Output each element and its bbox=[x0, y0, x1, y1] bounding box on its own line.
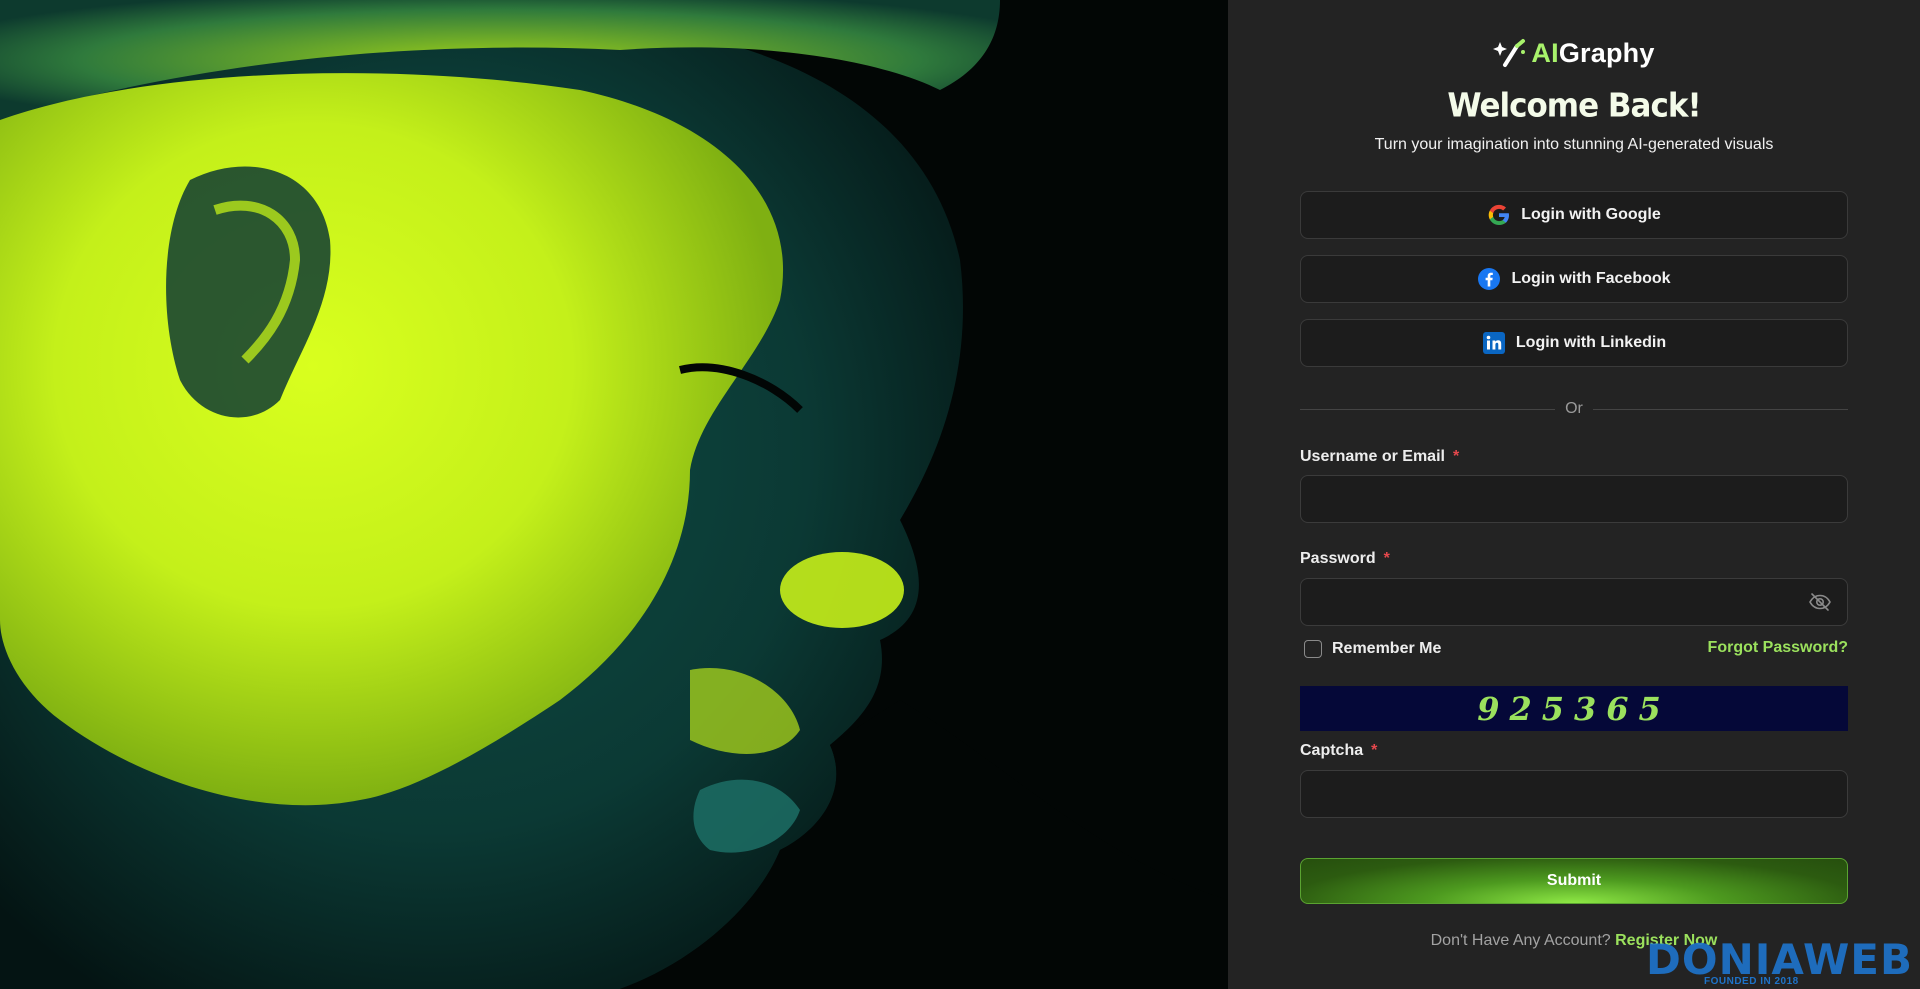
linkedin-login-button[interactable]: Login with Linkedin bbox=[1300, 319, 1848, 367]
captcha-input[interactable] bbox=[1300, 770, 1848, 818]
google-login-label: Login with Google bbox=[1521, 206, 1661, 223]
submit-button[interactable]: Submit bbox=[1300, 858, 1848, 904]
register-prompt-text: Don't Have Any Account? bbox=[1430, 932, 1611, 949]
google-login-button[interactable]: Login with Google bbox=[1300, 191, 1848, 239]
divider-line-right bbox=[1592, 408, 1848, 410]
remember-me-label: Remember Me bbox=[1332, 640, 1442, 657]
watermark: DONIAWEB FOUNDED IN 2018 bbox=[1646, 938, 1916, 988]
submit-label: Submit bbox=[1546, 872, 1602, 889]
linkedin-login-label: Login with Linkedin bbox=[1515, 334, 1667, 351]
facebook-login-label: Login with Facebook bbox=[1511, 270, 1671, 287]
username-label: Username or Email * bbox=[1300, 448, 1460, 465]
magic-wand-icon bbox=[1493, 39, 1526, 67]
captcha-digits: 925365 bbox=[1477, 690, 1671, 728]
face-artwork bbox=[0, 0, 1228, 989]
divider-label: Or bbox=[1565, 400, 1583, 417]
google-icon bbox=[1488, 204, 1510, 225]
watermark-sub: FOUNDED IN 2018 bbox=[1704, 976, 1799, 987]
brand-name: AIGraphy bbox=[1531, 37, 1655, 68]
remember-me[interactable]: Remember Me bbox=[1304, 638, 1441, 660]
password-input[interactable] bbox=[1300, 578, 1848, 626]
login-panel: AIGraphy Welcome Back! Turn your imagina… bbox=[1228, 0, 1920, 989]
brand-logo[interactable]: AIGraphy bbox=[1300, 36, 1848, 70]
required-mark: * bbox=[1452, 448, 1460, 465]
eye-off-icon[interactable] bbox=[1808, 590, 1832, 614]
forgot-password-link[interactable]: Forgot Password? bbox=[1708, 639, 1848, 657]
hero-image bbox=[0, 0, 1228, 989]
captcha-image: 925365 bbox=[1300, 686, 1848, 731]
svg-text:925365: 925365 bbox=[1477, 690, 1671, 728]
page-subtitle: Turn your imagination into stunning AI-g… bbox=[1374, 136, 1774, 153]
facebook-login-button[interactable]: Login with Facebook bbox=[1300, 255, 1848, 303]
required-mark: * bbox=[1371, 742, 1378, 759]
remember-me-checkbox[interactable] bbox=[1304, 640, 1322, 658]
divider-line-left bbox=[1300, 408, 1556, 410]
password-label: Password * bbox=[1300, 550, 1390, 567]
required-mark: * bbox=[1383, 550, 1390, 567]
page-title: Welcome Back! bbox=[1447, 87, 1701, 125]
or-divider: Or bbox=[1300, 398, 1848, 420]
username-input[interactable] bbox=[1300, 475, 1848, 523]
captcha-label: Captcha * bbox=[1300, 742, 1378, 759]
facebook-icon bbox=[1478, 268, 1501, 290]
linkedin-icon bbox=[1482, 332, 1505, 354]
